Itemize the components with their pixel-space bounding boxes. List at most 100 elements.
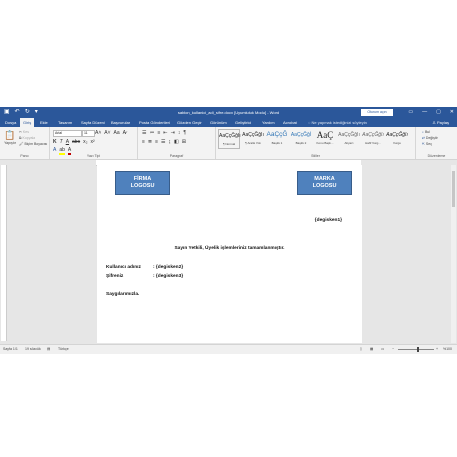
word-count[interactable]: 19 sözcük [25,345,41,354]
font-group: Arial 11 A˄ A˅ Aa A̷ K T A abc x₂ x² A a… [50,127,138,159]
justify-icon[interactable]: ☰ [161,139,165,145]
line-spacing-icon[interactable]: ↨ [169,139,172,145]
select-icon: ⇱ [422,142,425,146]
font-name-dropdown[interactable]: Arial [53,130,82,137]
shading-icon[interactable]: ◧ [174,139,179,145]
tab-acrobat[interactable]: Acrobat [280,118,300,127]
style-emphasis[interactable]: AaÇçĞğIı Vurgu [386,129,408,149]
minimize-button[interactable]: — [422,108,427,117]
tab-design[interactable]: Tasarım [55,118,75,127]
tab-insert[interactable]: Ekle [37,118,51,127]
style-no-spacing[interactable]: AaÇçĞğIı ¶ Aralık Yok [242,129,264,149]
copy-button[interactable]: ⧉ Kopyala [19,136,35,140]
shrink-font-icon[interactable]: A˅ [104,130,110,136]
align-center-icon[interactable]: ≣ [148,139,152,145]
bold-icon[interactable]: K [53,139,57,145]
align-right-icon[interactable]: ≡ [155,139,158,145]
replace-button[interactable]: ⇄ Değiştir [422,136,438,140]
multilevel-list-icon[interactable]: ≡ [157,130,160,136]
tell-me-search[interactable]: ◌ Ne yapmak istediğinizi söyleyin [308,118,367,127]
alignment-buttons: ≡ ≣ ≡ ☰ ↨ ◧ ⊞ [142,139,186,145]
paragraph-group: ☰ ≔ ≡ ⇤ ⇥ ↕ ¶ ≡ ≣ ≡ ☰ ↨ ◧ ⊞ Paragraf [138,127,216,159]
tab-review[interactable]: Gözden Geçir [174,118,205,127]
print-layout-icon[interactable]: ▦ [370,345,373,354]
password-label: Şifreniz [106,274,124,279]
password-value: : {degisken3} [153,274,184,279]
person-icon: ♙ [432,120,436,125]
editing-group: ⌕ Bul ⇄ Değiştir ⇱ Seç Düzenleme [416,127,457,159]
decrease-indent-icon[interactable]: ⇤ [163,130,167,136]
proofing-icon[interactable]: ▤ [47,345,50,354]
underline-icon[interactable]: A [66,139,69,145]
username-value: : {degisken2} [153,265,184,270]
page-count[interactable]: Sayfa 1/1 [3,345,18,354]
style-title[interactable]: AaÇ Konu Başlı... [314,129,336,149]
show-marks-icon[interactable]: ¶ [183,130,186,136]
grow-font-icon[interactable]: A˄ [95,130,101,136]
style-normal[interactable]: AaÇçĞğIı ¶ Normal [218,129,241,149]
tab-home[interactable]: Giriş [20,118,35,127]
find-button[interactable]: ⌕ Bul [422,130,430,134]
maximize-button[interactable]: ▢ [436,108,441,117]
select-button[interactable]: ⇱ Seç [422,142,432,146]
change-case-icon[interactable]: Aa [114,130,120,136]
styles-group: AaÇçĞğIı ¶ Normal AaÇçĞğIı ¶ Aralık Yok … [216,127,416,159]
tab-mailings[interactable]: Posta Gönderileri [136,118,173,127]
variable-1-text: {degisken1} [314,218,342,223]
zoom-level[interactable]: %100 [443,345,452,354]
ribbon-tabs: Dosya Giriş Ekle Tasarım Sayfa Düzeni Ba… [0,118,457,127]
vertical-ruler[interactable] [1,165,7,341]
paragraph-group-label: Paragraf [169,154,184,158]
bullets-icon[interactable]: ☰ [142,130,146,136]
tab-help[interactable]: Yardım [259,118,278,127]
tab-developer[interactable]: Geliştirici [232,118,254,127]
window-controls: ▭ — ▢ ✕ [408,108,454,117]
style-heading-1[interactable]: AaÇçĞ Başlık 1 [266,129,288,149]
tab-view[interactable]: Görünüm [207,118,230,127]
zoom-slider-thumb[interactable] [417,347,419,352]
tab-layout[interactable]: Sayfa Düzeni [78,118,108,127]
ribbon-options-icon[interactable]: ▭ [408,108,413,117]
brand-logo-placeholder: MARKA LOGOSU [297,171,352,195]
document-page[interactable]: FİRMA LOGOSU MARKA LOGOSU {degisken1} Sa… [97,165,362,343]
greeting-text: Sayın Yetkili, Üyelik işlemleriniz tamam… [174,246,285,251]
zoom-out-icon[interactable]: − [392,345,394,354]
increase-indent-icon[interactable]: ⇥ [171,130,175,136]
scissors-icon: ✂ [19,130,22,134]
subscript-icon[interactable]: x₂ [83,139,87,145]
sort-icon[interactable]: ↕ [178,130,181,136]
scrollbar-thumb[interactable] [452,171,455,207]
share-button[interactable]: ♙ Paylaş [432,118,449,127]
style-heading-2[interactable]: AaÇçĞğİ Başlık 2 [290,129,312,149]
sign-in-button[interactable]: Oturum açın [361,109,393,116]
brush-icon: 🖌 [19,142,24,146]
align-left-icon[interactable]: ≡ [142,139,145,145]
tab-references[interactable]: Başvurular [108,118,133,127]
clear-format-icon[interactable]: A̷ [123,130,126,136]
italic-icon[interactable]: T [60,139,63,145]
superscript-icon[interactable]: x² [91,139,95,145]
style-subtle-emphasis[interactable]: AaÇçĞğIı Hafif Vurg... [362,129,384,149]
format-painter-button[interactable]: 🖌 Biçim Boyacısı [19,142,47,146]
font-size-dropdown[interactable]: 11 [82,130,95,137]
borders-icon[interactable]: ⊞ [182,139,186,145]
style-subtitle[interactable]: AaÇçĞğIı Altyazı [338,129,360,149]
numbering-icon[interactable]: ≔ [149,130,154,136]
close-button[interactable]: ✕ [450,108,454,117]
zoom-slider[interactable] [398,349,434,350]
web-layout-icon[interactable]: ▭ [381,345,384,354]
clipboard-group-label: Pano [20,154,29,158]
strikethrough-icon[interactable]: abc [72,139,80,145]
paste-button[interactable]: 📋 Yapıştır [3,130,17,145]
zoom-in-icon[interactable]: + [436,345,438,354]
read-mode-icon[interactable]: ▯ [360,345,362,354]
language-indicator[interactable]: Türkçe [58,345,69,354]
font-size-buttons: A˄ A˅ Aa A̷ [95,130,126,136]
company-logo-placeholder: FİRMA LOGOSU [115,171,170,195]
tab-file[interactable]: Dosya [2,118,20,127]
paste-icon: 📋 [4,130,16,140]
editing-group-label: Düzenleme [427,154,446,158]
word-window: ▣ ↶ ↻ ▾ sablon_kullanici_adi_sifre.docx … [0,107,457,354]
cut-button[interactable]: ✂ Kes [19,130,29,134]
username-label: Kullanıcı adınız [106,265,141,270]
